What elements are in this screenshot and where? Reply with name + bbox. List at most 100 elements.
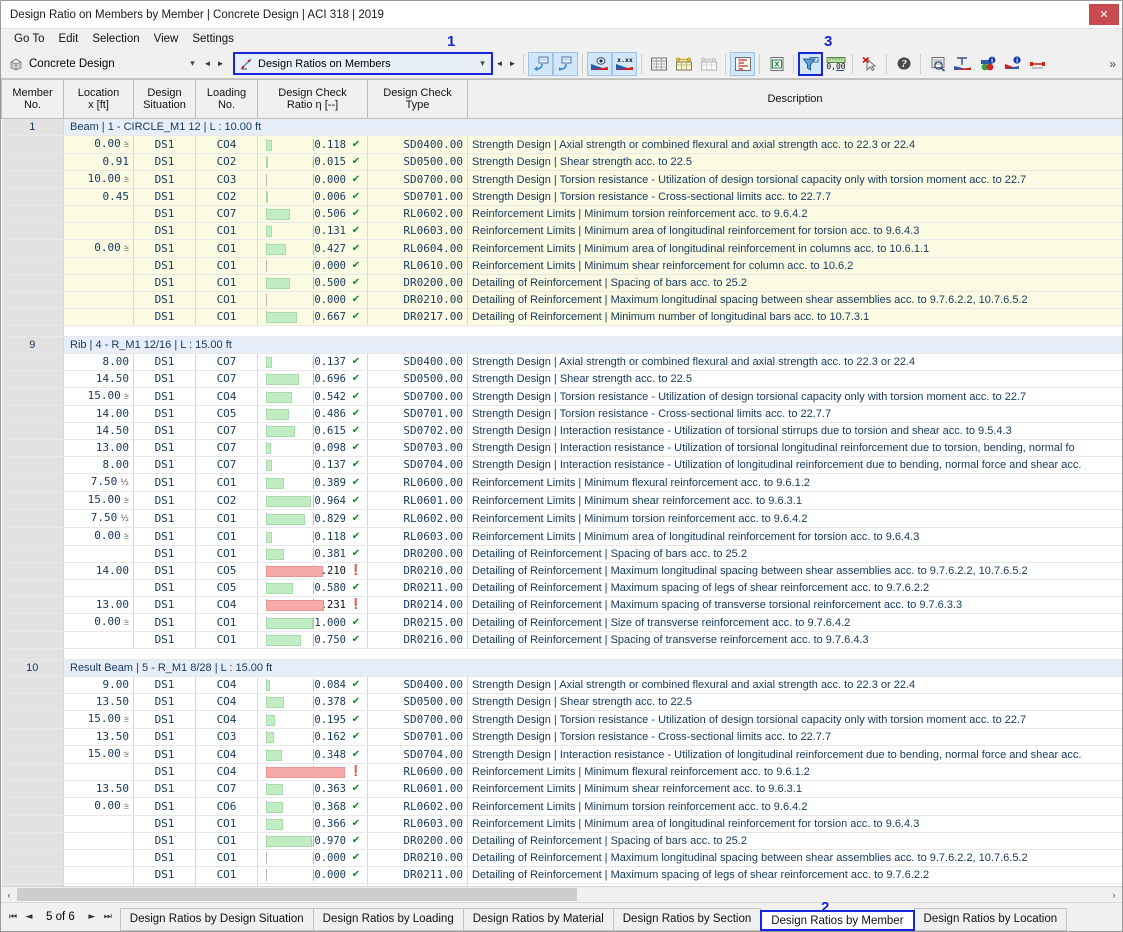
chevron-down-icon[interactable]: ▾ — [476, 58, 489, 69]
table-row[interactable]: DS1CO41.681❗RL0600.00Reinforcement Limit… — [1, 763, 1122, 781]
table-row[interactable]: DS1CO11.000✔DR0215.00Detailing of Reinfo… — [1, 883, 1122, 886]
decimal-places-icon[interactable]: 0,00 — [823, 52, 848, 76]
table-row[interactable]: DS1 CO1 0.750 ✔ DR0216.00 Detailing of Reinfo… — [1, 631, 1122, 649]
scroll-track[interactable] — [17, 887, 1106, 902]
table-row[interactable]: 15.00 ⩭ DS1 CO4 0.542 ✔ SD0700.00 Strength Desi… — [1, 387, 1122, 406]
table-group-row[interactable]: 10 Result Beam | 5 - R_M1 8/28 | L : 15.0… — [1, 659, 1122, 677]
member-info-icon[interactable]: i — [1000, 52, 1025, 76]
menu-item-goto[interactable]: Go To — [7, 31, 51, 47]
results-table-container[interactable]: Member No. Location x [ft] Design Situat… — [1, 79, 1122, 886]
table-row[interactable]: 13.50 DS1 CO4 0.378 ✔ SD0500.00 Strength Desig… — [1, 693, 1122, 711]
table-highlight-icon[interactable] — [671, 52, 696, 76]
prev-page-button[interactable]: ◄ — [21, 907, 37, 927]
table-row[interactable]: 15.00 ⩭ DS1 CO2 0.964 ✔ RL0601.00 Reinforcement… — [1, 491, 1122, 510]
table-row[interactable]: 14.00 DS1 CO5 1.210 ❗ DR0210.00 Detailing of R… — [1, 562, 1122, 580]
result-combo[interactable]: Design Ratios on Members ▾ — [233, 52, 493, 75]
col-header-description[interactable]: Description — [467, 80, 1122, 119]
first-page-button[interactable]: ⏮ — [5, 907, 21, 927]
table-row[interactable]: 0.00 ⩭ DS1 CO1 0.427 ✔ RL0604.00 Reinforcement … — [1, 239, 1122, 258]
next-page-button[interactable]: ► — [84, 907, 100, 927]
menu-item-selection[interactable]: Selection — [85, 31, 146, 47]
table-row[interactable]: DS1 CO1 0.381 ✔ DR0200.00 Detailing of Reinfo… — [1, 545, 1122, 563]
table-row[interactable]: DS1 CO1 0.000 ✔ DR0210.00 Detailing of Reinfo… — [1, 849, 1122, 867]
table-row[interactable]: 0.45 DS1 CO2 0.006 ✔ SD0701.00 Strength Design… — [1, 188, 1122, 206]
table-row[interactable]: 13.00 DS1 CO4 1.231 ❗ DR0214.00 Detailing of R… — [1, 596, 1122, 614]
table-row[interactable]: 15.00 ⩭ DS1 CO4 0.195 ✔ SD0700.00 Strength Desi… — [1, 710, 1122, 729]
module-prev-button[interactable]: ◄ — [201, 54, 214, 73]
table-group-row[interactable]: 9 Rib | 4 - R_M1 12/16 | L : 15.00 ft — [1, 336, 1122, 354]
col-header-loading[interactable]: Loading No. — [195, 80, 258, 119]
table-row[interactable]: DS1 CO1 0.000 ✔ DR0211.00 Detailing of Reinfo… — [1, 866, 1122, 884]
tab-design-ratios-by-section[interactable]: Design Ratios by Section — [612, 908, 762, 931]
table-row[interactable]: DS1 CO1 0.366 ✔ RL0603.00 Reinforcement Limit… — [1, 815, 1122, 833]
module-next-button[interactable]: ► — [214, 54, 227, 73]
table-row[interactable]: 0.00 ⩭ DS1 CO1 0.118 ✔ RL0603.00 Reinforcement … — [1, 527, 1122, 546]
filter-funnel-icon[interactable] — [798, 51, 823, 76]
member-line-icon[interactable] — [1025, 52, 1050, 76]
menu-item-edit[interactable]: Edit — [51, 31, 85, 47]
tab-design-ratios-by-member[interactable]: Design Ratios by Member — [760, 910, 915, 931]
close-icon[interactable]: ✕ — [1089, 4, 1119, 25]
table-row[interactable]: 0.00 ⩭ DS1 CO4 0.118 ✔ SD0400.00 Strength Desig… — [1, 135, 1122, 154]
col-header-situation[interactable]: Design Situation — [133, 80, 196, 119]
table-row[interactable]: 7.50 ½ DS1 CO1 0.829 ✔ RL0602.00 Reinforcement … — [1, 509, 1122, 528]
export-excel-icon[interactable]: X — [764, 52, 789, 76]
tab-design-ratios-by-location[interactable]: Design Ratios by Location — [913, 908, 1068, 931]
col-header-type[interactable]: Design Check Type — [367, 80, 468, 119]
table-grid-icon[interactable] — [646, 52, 671, 76]
table-row[interactable]: 10.00 ⩭ DS1 CO3 0.000 ✔ SD0700.00 Strength Desi… — [1, 170, 1122, 189]
col-header-ratio[interactable]: Design Check Ratio η [--] — [257, 80, 368, 119]
table-group-row[interactable]: 1 Beam | 1 - CIRCLE_M1 12 | L : 10.00 ft — [1, 118, 1122, 136]
result-bars-icon[interactable] — [730, 51, 755, 76]
table-row[interactable]: DS1 CO1 0.000 ✔ RL0610.00 Reinforcement Limit… — [1, 257, 1122, 275]
table-row[interactable]: 15.00 ⩭ DS1 CO4 0.348 ✔ SD0704.00 Strength Desi… — [1, 745, 1122, 764]
scroll-left-button[interactable]: ‹ — [1, 887, 17, 902]
horizontal-scrollbar[interactable]: ‹ › — [1, 886, 1122, 902]
result-values-xxx-icon[interactable]: x.xx — [612, 51, 637, 76]
table-row[interactable]: DS1 CO7 0.506 ✔ RL0602.00 Reinforcement Limit… — [1, 205, 1122, 223]
result-section-icon[interactable] — [950, 52, 975, 76]
help-icon[interactable]: ? — [891, 52, 916, 76]
deselect-icon[interactable] — [857, 52, 882, 76]
table-row[interactable]: 13.50 DS1 CO7 0.363 ✔ RL0601.00 Reinforcement … — [1, 780, 1122, 798]
node-info-icon[interactable]: i — [975, 52, 1000, 76]
show-result-values-icon[interactable] — [528, 51, 553, 76]
chevron-down-icon[interactable]: ▾ — [186, 58, 199, 69]
toolbar-overflow-button[interactable]: » — [1109, 57, 1122, 71]
tab-design-ratios-by-loading[interactable]: Design Ratios by Loading — [312, 908, 464, 931]
scroll-right-button[interactable]: › — [1106, 887, 1122, 902]
tab-design-ratios-by-material[interactable]: Design Ratios by Material — [462, 908, 614, 931]
col-header-location[interactable]: Location x [ft] — [63, 80, 134, 119]
last-page-button[interactable]: ⏭ — [100, 907, 116, 927]
scroll-thumb[interactable] — [17, 888, 577, 901]
table-row[interactable]: 14.00 DS1 CO5 0.486 ✔ SD0701.00 Strength Desig… — [1, 405, 1122, 423]
table-row[interactable]: 13.00 DS1 CO7 0.098 ✔ SD0703.00 Strength Desig… — [1, 439, 1122, 457]
module-combo[interactable]: Concrete Design ▾ — [5, 53, 201, 74]
table-row[interactable]: DS1 CO1 0.000 ✔ DR0210.00 Detailing of Reinfo… — [1, 291, 1122, 309]
table-row[interactable]: 0.91 DS1 CO2 0.015 ✔ SD0500.00 Strength Design… — [1, 153, 1122, 171]
table-search-icon[interactable] — [925, 52, 950, 76]
table-row[interactable]: 8.00 DS1 CO7 0.137 ✔ SD0704.00 Strength Design… — [1, 456, 1122, 474]
table-row[interactable]: DS1 CO1 0.131 ✔ RL0603.00 Reinforcement Limit… — [1, 222, 1122, 240]
table-row[interactable]: 7.50 ½ DS1 CO1 0.389 ✔ RL0600.00 Reinforcement … — [1, 473, 1122, 492]
table-row[interactable]: DS1 CO1 0.667 ✔ DR0217.00 Detailing of Reinfo… — [1, 308, 1122, 326]
table-row[interactable]: 13.50 DS1 CO3 0.162 ✔ SD0701.00 Strength Desig… — [1, 728, 1122, 746]
result-prev-button[interactable]: ◄ — [493, 54, 506, 73]
table-row[interactable]: 8.00 DS1 CO7 0.137 ✔ SD0400.00 Strength Design… — [1, 353, 1122, 371]
show-result-diagram-icon[interactable] — [553, 51, 578, 76]
result-next-button[interactable]: ► — [506, 54, 519, 73]
tab-design-ratios-by-design-situation[interactable]: Design Ratios by Design Situation — [119, 908, 314, 931]
table-row[interactable]: DS1 CO1 0.500 ✔ DR0200.00 Detailing of Reinfo… — [1, 274, 1122, 292]
col-header-member[interactable]: Member No. — [1, 80, 64, 119]
table-row[interactable]: 0.00 ⩭ DS1 CO1 1.000 ✔ DR0215.00 Detailing of R… — [1, 613, 1122, 632]
table-row[interactable]: 14.50 DS1 CO7 0.696 ✔ SD0500.00 Strength Desig… — [1, 370, 1122, 388]
menu-item-settings[interactable]: Settings — [185, 31, 241, 47]
table-row[interactable]: DS1 CO5 0.580 ✔ DR0211.00 Detailing of Reinfo… — [1, 579, 1122, 597]
table-row[interactable]: 14.50 DS1 CO7 0.615 ✔ SD0702.00 Strength Desig… — [1, 422, 1122, 440]
table-empty-icon[interactable] — [696, 52, 721, 76]
table-row[interactable]: DS1 CO1 0.970 ✔ DR0200.00 Detailing of Reinfo… — [1, 832, 1122, 850]
menu-item-view[interactable]: View — [147, 31, 186, 47]
table-row[interactable]: 9.00 DS1 CO4 0.084 ✔ SD0400.00 Strength Design… — [1, 676, 1122, 694]
result-magnitudes-icon[interactable] — [587, 51, 612, 76]
table-row[interactable]: 0.00 ⩭ DS1 CO6 0.368 ✔ RL0602.00 Reinforcement … — [1, 797, 1122, 816]
